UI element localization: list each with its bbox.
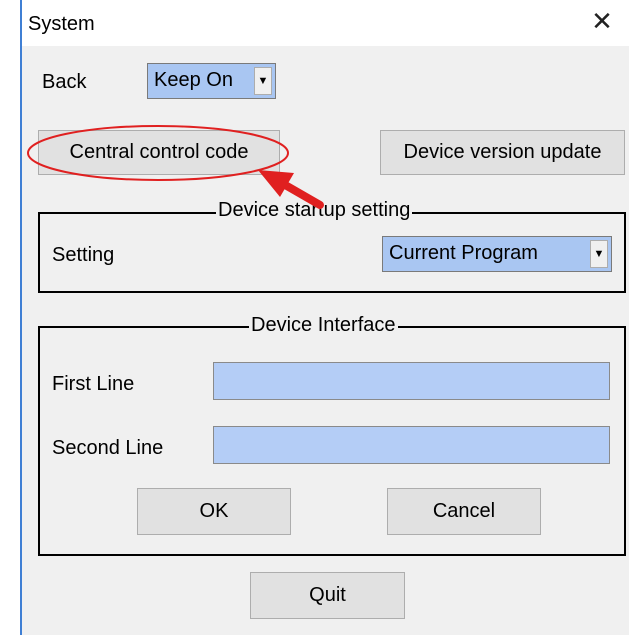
device-startup-group-title: Device startup setting <box>216 199 413 222</box>
device-interface-group-title: Device Interface <box>249 314 398 337</box>
window-title: System <box>28 13 95 35</box>
cancel-button[interactable]: Cancel <box>387 488 541 535</box>
system-dialog: System ✕ Back Keep On ▼ Central control … <box>0 0 629 635</box>
chevron-down-icon[interactable]: ▼ <box>590 240 608 268</box>
quit-button[interactable]: Quit <box>250 572 405 619</box>
first-line-label: First Line <box>52 373 135 395</box>
close-icon[interactable]: ✕ <box>587 6 617 36</box>
ok-button[interactable]: OK <box>137 488 291 535</box>
back-label: Back <box>42 71 87 93</box>
device-version-update-button[interactable]: Device version update <box>380 130 625 175</box>
title-bar: System ✕ <box>22 0 629 46</box>
chevron-down-icon[interactable]: ▼ <box>254 67 272 95</box>
startup-setting-select[interactable]: Current Program ▼ <box>382 236 612 272</box>
setting-label: Setting <box>52 244 115 266</box>
second-line-input[interactable] <box>213 426 610 464</box>
back-select[interactable]: Keep On ▼ <box>147 63 276 99</box>
startup-setting-value: Current Program <box>389 242 538 264</box>
window-left-edge <box>0 0 22 635</box>
central-control-code-button[interactable]: Central control code <box>38 130 280 175</box>
back-select-value: Keep On <box>154 69 233 91</box>
first-line-input[interactable] <box>213 362 610 400</box>
second-line-label: Second Line <box>52 437 164 459</box>
